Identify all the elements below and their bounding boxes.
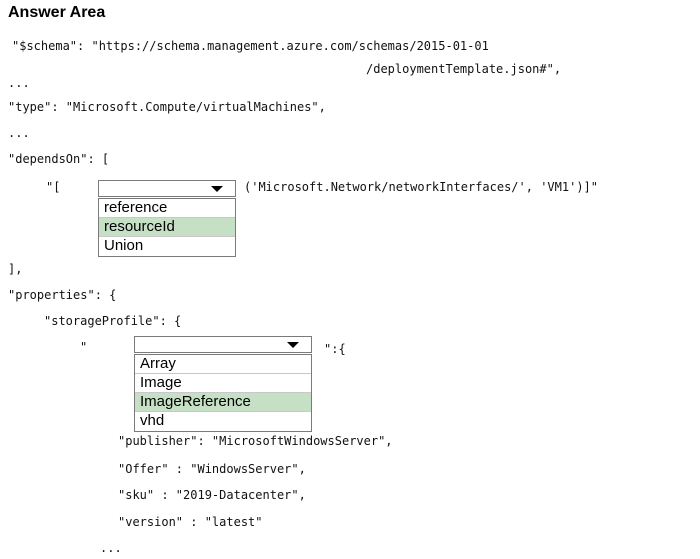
storage-key-dropdown[interactable]: Array Image ImageReference vhd — [134, 336, 312, 432]
ellipsis-1: ... — [8, 76, 30, 90]
sku-line: "sku" : "2019-Datacenter", — [118, 488, 306, 502]
storage-key-dropdown-header[interactable] — [134, 336, 312, 353]
depends-on-suffix: ('Microsoft.Network/networkInterfaces/',… — [244, 180, 599, 194]
ellipsis-3: ... — [100, 541, 122, 555]
function-dropdown-header[interactable] — [98, 180, 236, 197]
option-resourceid[interactable]: resourceId — [99, 218, 235, 237]
offer-line: "Offer" : "WindowsServer", — [118, 462, 306, 476]
function-dropdown-list: reference resourceId Union — [98, 198, 236, 257]
type-line: "type": "Microsoft.Compute/virtualMachin… — [8, 100, 326, 114]
schema-line-2: /deploymentTemplate.json#", — [366, 62, 562, 76]
option-reference[interactable]: reference — [99, 199, 235, 218]
depends-on-line: "dependsOn": [ — [8, 152, 110, 166]
option-imagereference[interactable]: ImageReference — [135, 393, 311, 412]
option-vhd[interactable]: vhd — [135, 412, 311, 431]
option-union[interactable]: Union — [99, 237, 235, 256]
ellipsis-2: ... — [8, 126, 30, 140]
function-dropdown[interactable]: reference resourceId Union — [98, 180, 236, 257]
storage-profile-line: "storageProfile": { — [44, 314, 182, 328]
option-image[interactable]: Image — [135, 374, 311, 393]
schema-line-1: "$schema": "https://schema.management.az… — [12, 39, 489, 53]
chevron-down-icon[interactable] — [211, 186, 223, 192]
answer-area-title: Answer Area — [8, 4, 106, 21]
depends-on-prefix: "[ — [46, 180, 61, 194]
properties-line: "properties": { — [8, 288, 117, 302]
option-array[interactable]: Array — [135, 355, 311, 374]
storage-profile-suffix: ":{ — [324, 342, 346, 356]
storage-profile-prefix: " — [80, 340, 88, 354]
storage-key-dropdown-list: Array Image ImageReference vhd — [134, 354, 312, 432]
chevron-down-icon[interactable] — [287, 342, 299, 348]
close-bracket-line: ], — [8, 262, 23, 276]
publisher-line: "publisher": "MicrosoftWindowsServer", — [118, 434, 393, 448]
version-line: "version" : "latest" — [118, 515, 263, 529]
